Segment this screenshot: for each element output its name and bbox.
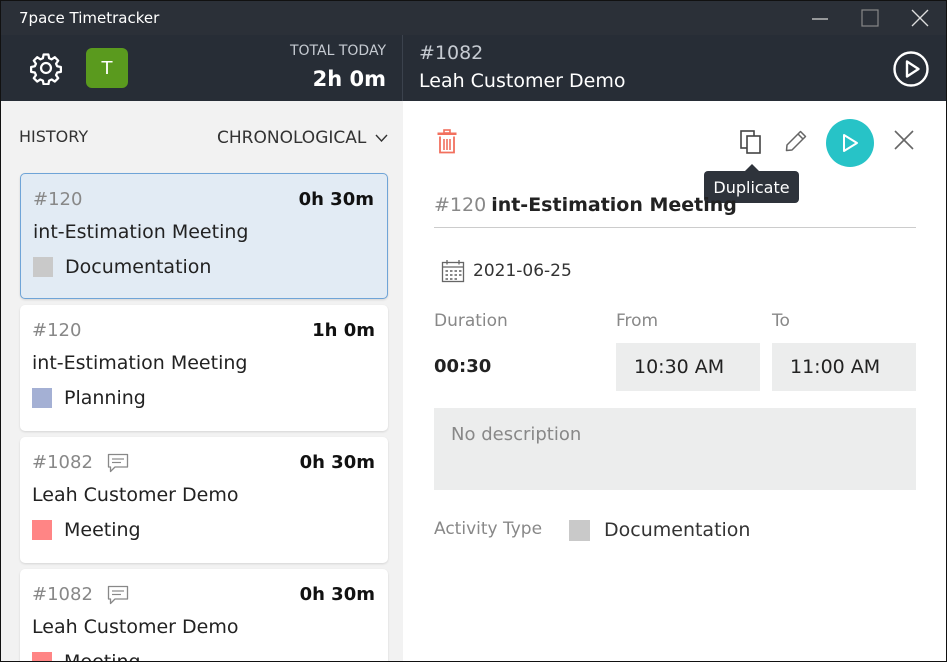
current-task-id: #1082 bbox=[419, 42, 484, 64]
activity-type-label: Activity Type bbox=[434, 519, 543, 539]
history-card[interactable]: #1082 0h 30m Leah Customer Demo Meeting bbox=[20, 569, 388, 661]
play-icon bbox=[843, 134, 858, 152]
to-label: To bbox=[772, 311, 790, 331]
card-duration: 1h 0m bbox=[312, 320, 375, 341]
history-panel: HISTORY CHRONOLOGICAL #120 0h 30m int-Esti… bbox=[1, 101, 403, 661]
calendar-icon bbox=[441, 260, 465, 283]
maximize-button[interactable] bbox=[847, 1, 893, 35]
card-activity: Meeting bbox=[32, 651, 141, 661]
title-bar: 7pace Timetracker bbox=[1, 1, 946, 35]
close-icon[interactable] bbox=[893, 129, 915, 151]
activity-type-select[interactable]: Documentation bbox=[569, 519, 750, 541]
card-task-name: int-Estimation Meeting bbox=[33, 221, 249, 243]
detail-panel: Duplicate #120 int-Estimation Meeting 202… bbox=[403, 101, 946, 661]
activity-type-value: Documentation bbox=[604, 519, 751, 541]
history-card[interactable]: #120 0h 30m int-Estimation Meeting Document… bbox=[20, 173, 388, 299]
window-title: 7pace Timetracker bbox=[19, 9, 160, 27]
card-task-id: #120 bbox=[33, 189, 83, 210]
sort-dropdown[interactable]: CHRONOLOGICAL bbox=[217, 128, 388, 148]
activity-color-swatch bbox=[32, 520, 52, 540]
task-name: int-Estimation Meeting bbox=[491, 194, 737, 216]
duplicate-icon[interactable] bbox=[739, 129, 763, 155]
card-activity: Meeting bbox=[32, 519, 141, 541]
activity-color-swatch bbox=[569, 519, 590, 541]
comment-icon bbox=[107, 585, 129, 604]
header-divider bbox=[402, 35, 403, 101]
date-value: 2021-06-25 bbox=[473, 261, 572, 281]
header-bar: T TOTAL TODAY 2h 0m #1082 Leah Customer … bbox=[1, 35, 946, 101]
card-task-name: Leah Customer Demo bbox=[32, 484, 239, 506]
gear-icon[interactable] bbox=[29, 51, 63, 85]
activity-color-swatch bbox=[33, 257, 53, 277]
start-timer-button[interactable] bbox=[826, 119, 874, 167]
from-label: From bbox=[616, 311, 659, 331]
minimize-icon bbox=[812, 18, 828, 20]
card-duration: 0h 30m bbox=[299, 452, 375, 473]
chevron-down-icon bbox=[375, 134, 388, 142]
duration-value: 00:30 bbox=[434, 356, 492, 377]
history-card[interactable]: #120 1h 0m int-Estimation Meeting Planning bbox=[20, 305, 388, 431]
from-time-input[interactable]: 10:30 AM bbox=[616, 343, 760, 391]
task-field[interactable]: #120 int-Estimation Meeting bbox=[434, 194, 916, 228]
total-today-label: TOTAL TODAY bbox=[289, 43, 386, 59]
card-task-id: #1082 bbox=[32, 452, 129, 473]
trash-icon[interactable] bbox=[436, 129, 458, 155]
total-today-value: 2h 0m bbox=[312, 67, 386, 91]
pencil-icon[interactable] bbox=[784, 129, 808, 153]
history-card[interactable]: #1082 0h 30m Leah Customer Demo Meeting bbox=[20, 437, 388, 563]
play-circle-icon[interactable] bbox=[892, 50, 930, 88]
comment-icon bbox=[107, 453, 129, 472]
app-window: 7pace Timetracker T TOTAL TODAY 2h 0m #1… bbox=[0, 0, 947, 662]
minimize-button[interactable] bbox=[797, 1, 843, 35]
close-icon bbox=[911, 9, 929, 27]
history-label: HISTORY bbox=[19, 127, 89, 146]
to-time-input[interactable]: 11:00 AM bbox=[772, 343, 916, 391]
duration-label: Duration bbox=[434, 311, 508, 331]
maximize-icon bbox=[861, 9, 879, 27]
card-task-name: Leah Customer Demo bbox=[32, 616, 239, 638]
card-task-id: #1082 bbox=[32, 584, 129, 605]
card-activity: Documentation bbox=[33, 256, 211, 278]
window-close-button[interactable] bbox=[897, 1, 943, 35]
activity-color-swatch bbox=[32, 652, 52, 661]
card-duration: 0h 30m bbox=[298, 189, 374, 210]
card-duration: 0h 30m bbox=[299, 584, 375, 605]
activity-color-swatch bbox=[32, 388, 52, 408]
card-task-id: #120 bbox=[32, 320, 82, 341]
task-id: #120 bbox=[434, 194, 487, 216]
date-picker[interactable]: 2021-06-25 bbox=[441, 259, 572, 283]
avatar-initial: T bbox=[101, 57, 113, 79]
card-activity: Planning bbox=[32, 387, 146, 409]
description-input[interactable]: No description bbox=[434, 408, 916, 490]
card-task-name: int-Estimation Meeting bbox=[32, 352, 248, 374]
avatar[interactable]: T bbox=[86, 48, 128, 88]
sort-label: CHRONOLOGICAL bbox=[217, 128, 367, 148]
current-task-title: Leah Customer Demo bbox=[419, 70, 626, 92]
